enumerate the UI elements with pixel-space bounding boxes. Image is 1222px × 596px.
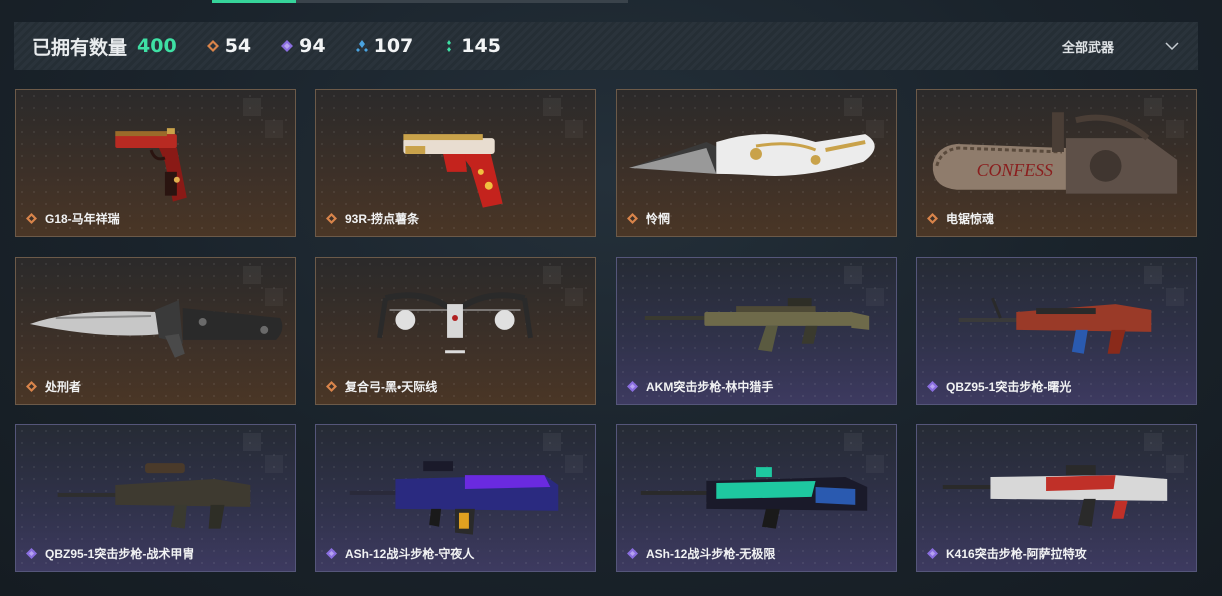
collection-header: 已拥有数量 400 54 94 107 145 全部武器 (14, 22, 1198, 70)
stat-purple-value: 94 (299, 35, 326, 57)
weapon-name: 复合弓-黑•天际线 (345, 380, 438, 394)
weapon-card[interactable]: 复合弓-黑•天际线 (315, 257, 596, 405)
active-tab-indicator (212, 0, 296, 3)
card-caption: 怜惘 (627, 210, 670, 227)
owned-count-label: 已拥有数量 (32, 37, 128, 59)
rifle-icon (640, 467, 868, 529)
stat-green: 145 (443, 35, 501, 57)
weapon-name: 电锯惊魂 (946, 212, 995, 226)
orange-diamond-icon (326, 213, 337, 224)
card-caption: ASh-12战斗步枪-守夜人 (326, 545, 474, 562)
green-dots-icon (447, 40, 452, 52)
card-caption: AKM突击步枪-林中猎手 (627, 378, 773, 395)
weapon-card[interactable]: 处刑者 (15, 257, 296, 405)
rifle-icon (942, 465, 1168, 527)
stat-purple: 94 (281, 35, 326, 57)
weapon-name: QBZ95-1突击步枪-战术甲胄 (45, 547, 195, 561)
weapon-card[interactable]: ASh-12战斗步枪-守夜人 (315, 424, 596, 572)
weapon-card[interactable]: QBZ95-1突击步枪-战术甲胄 (15, 424, 296, 572)
rifle-icon (644, 298, 870, 352)
bow-icon (377, 292, 533, 354)
purple-diamond-icon (326, 548, 337, 559)
card-caption: G18-马年祥瑞 (26, 210, 120, 227)
top-tab-bar (212, 0, 628, 3)
stat-orange: 54 (206, 35, 252, 57)
weapon-card[interactable]: G18-马年祥瑞 (15, 89, 296, 237)
purple-diamond-icon (281, 40, 294, 52)
weapon-name: K416突击步枪-阿萨拉特攻 (946, 547, 1087, 561)
orange-diamond-icon (26, 213, 37, 224)
stat-orange-value: 54 (224, 35, 252, 57)
pistol-icon (403, 134, 503, 208)
purple-diamond-icon (26, 548, 37, 559)
purple-diamond-icon (927, 548, 938, 559)
weapon-name: G18-马年祥瑞 (45, 212, 120, 226)
rifle-icon (349, 461, 559, 535)
orange-diamond-icon (26, 381, 37, 392)
weapon-name: 93R-捞点薯条 (345, 212, 420, 226)
owned-count-value: 400 (137, 35, 177, 57)
card-caption: 电锯惊魂 (927, 210, 994, 227)
stat-green-value: 145 (461, 35, 501, 57)
card-caption: 处刑者 (26, 378, 81, 395)
weapon-card[interactable]: CONFESS 电锯惊魂 (916, 89, 1197, 237)
orange-diamond-icon (206, 40, 219, 52)
svg-text:CONFESS: CONFESS (977, 160, 1053, 180)
weapon-name: ASh-12战斗步枪-守夜人 (345, 547, 475, 561)
card-caption: 复合弓-黑•天际线 (326, 378, 437, 395)
purple-diamond-icon (927, 381, 938, 392)
purple-diamond-icon (627, 381, 638, 392)
weapon-filter-dropdown[interactable]: 全部武器 (1062, 22, 1180, 70)
chainsaw-icon: CONFESS (932, 112, 1178, 194)
card-caption: QBZ95-1突击步枪-战术甲胄 (26, 545, 194, 562)
weapon-card[interactable]: AKM突击步枪-林中猎手 (616, 257, 897, 405)
orange-diamond-icon (326, 381, 337, 392)
weapon-card[interactable]: ASh-12战斗步枪-无极限 (616, 424, 897, 572)
weapon-filter-label: 全部武器 (1061, 39, 1114, 55)
pistol-icon (115, 128, 187, 202)
orange-diamond-icon (927, 213, 938, 224)
card-caption: QBZ95-1突击步枪-曙光 (927, 378, 1071, 395)
weapon-name: 怜惘 (646, 212, 671, 226)
blue-diamond-icon (355, 40, 368, 52)
purple-diamond-icon (627, 548, 638, 559)
weapon-card[interactable]: 怜惘 (616, 89, 897, 237)
stat-blue: 107 (355, 35, 414, 57)
weapon-card[interactable]: QBZ95-1突击步枪-曙光 (916, 257, 1197, 405)
card-caption: K416突击步枪-阿萨拉特攻 (927, 545, 1087, 562)
knife-icon (29, 300, 283, 358)
knife-icon (628, 134, 875, 177)
weapon-card[interactable]: 93R-捞点薯条 (315, 89, 596, 237)
card-caption: 93R-捞点薯条 (326, 210, 419, 227)
weapon-name: 处刑者 (45, 380, 82, 394)
stat-blue-value: 107 (373, 35, 414, 57)
card-caption: ASh-12战斗步枪-无极限 (627, 545, 775, 562)
rifle-icon (57, 463, 251, 529)
chevron-down-icon (1165, 42, 1179, 51)
weapon-name: ASh-12战斗步枪-无极限 (646, 547, 776, 561)
weapon-name: QBZ95-1突击步枪-曙光 (946, 380, 1072, 394)
weapon-name: AKM突击步枪-林中猎手 (646, 380, 774, 394)
orange-diamond-icon (627, 213, 638, 224)
weapon-card[interactable]: K416突击步枪-阿萨拉特攻 (916, 424, 1197, 572)
rifle-icon (958, 297, 1152, 354)
